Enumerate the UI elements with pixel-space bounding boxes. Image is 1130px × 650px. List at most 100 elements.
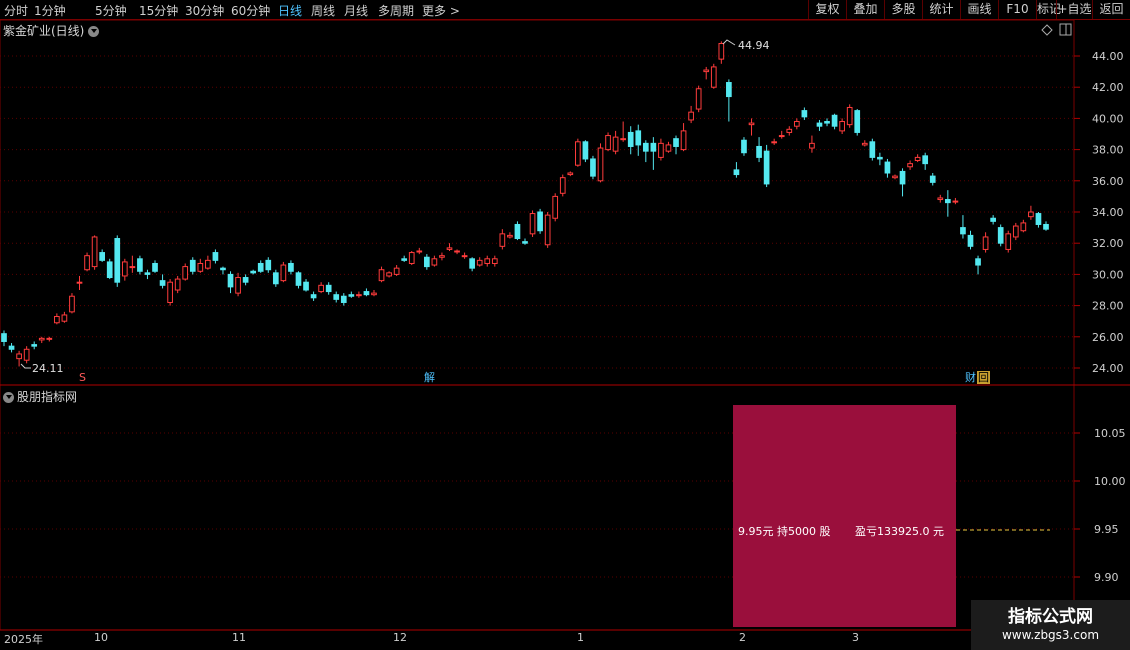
event-marker-s[interactable]: S [79,371,86,384]
candle-down [1,333,7,342]
candle-down [522,241,528,244]
candle-down [469,258,475,269]
candle-up [748,122,755,126]
holding-text: 9.95元 持5000 股 [738,525,831,538]
candle-down [152,262,158,272]
candle-down [401,258,408,261]
candle-up [197,262,204,272]
candle-up [665,144,672,152]
candle-down [726,82,732,98]
watermark-url: www.zbgs3.com [1001,628,1100,642]
candle-up [484,258,491,264]
candle-down [514,223,521,240]
kline-chart[interactable]: 44.00 42.00 40.00 38.00 36.00 34.00 32.00 30.00… [0,0,1130,650]
candle-down [997,227,1004,244]
date-label-dec: 12 [393,631,407,644]
event-marker-unlock[interactable]: 解 [424,370,435,384]
sub-price-axis: 10.05 10.00 9.95 9.90 [1074,427,1126,584]
candle-up [680,130,687,151]
candle-up [552,195,559,219]
candle-down [756,145,762,158]
candle-down [642,142,649,152]
candle-up [378,269,385,282]
candle-down [831,114,838,127]
price-tick-label: 34.00 [1092,206,1124,219]
candle-up [491,258,498,264]
candle-up [69,295,75,313]
candle-down [877,156,883,160]
candle-up [129,266,136,269]
date-label-jan: 1 [577,631,584,644]
candle-up [703,69,710,73]
date-label-mar: 3 [852,631,859,644]
candle-down [99,252,106,261]
event-marker-finance[interactable]: 财 [965,370,976,384]
candle-up [507,234,513,238]
candle-up [318,284,324,293]
candle-up [16,353,22,360]
candle-down [295,272,302,286]
candle-up [84,255,90,271]
sub-price-tick-label: 10.05 [1094,427,1126,440]
candle-down [899,170,906,185]
price-tick-label: 40.00 [1092,112,1124,125]
indicator-title[interactable]: 股朋指标网 [3,388,77,405]
candle-up [54,316,60,324]
watermark: 指标公式网 www.zbgs3.com [971,600,1130,650]
candle-up [1028,211,1034,218]
date-label-feb: 2 [739,631,746,644]
main-grid [0,55,1074,369]
candle-down [1043,223,1049,230]
candle-up [658,142,664,158]
candle-down [627,131,634,147]
candle-down [212,252,219,261]
candle-up [371,292,377,296]
candle-down [854,110,861,133]
candle-down [265,259,272,271]
high-price-label: 44.94 [738,39,770,52]
candle-down [960,227,966,235]
candle-down [635,130,642,146]
candle-down [816,122,823,127]
candle-down [189,259,196,272]
price-tick-label: 28.00 [1092,300,1124,313]
candle-up [559,177,566,194]
candle-up [454,250,460,253]
candle-up [914,156,921,162]
high-pointer [722,39,736,46]
candle-down [741,139,747,154]
candle-down [348,294,355,297]
chevron-down-icon[interactable] [3,392,14,403]
diamond-icon[interactable] [1041,24,1053,36]
candle-up [121,261,128,277]
candle-up [408,252,415,264]
position-info-box [733,405,956,627]
candle-down [801,110,808,118]
candle-down [590,158,596,177]
candle-up [23,348,30,361]
candle-up [529,213,536,235]
candle-down [929,175,936,183]
candle-up [476,259,483,266]
candle-down [288,262,294,272]
candle-up [205,259,211,269]
price-tick-label: 44.00 [1092,50,1124,63]
candle-down [824,121,830,124]
candle-up [544,214,551,246]
candle-up [499,233,506,247]
sub-price-tick-label: 10.00 [1094,475,1126,488]
event-marker-return[interactable]: 回 [978,371,989,384]
candle-up [809,142,815,149]
candle-down [967,234,974,247]
candle-up [793,121,800,127]
candle-up [937,197,944,201]
candle-down [250,270,257,274]
candle-up [575,141,581,166]
date-label-nov: 11 [232,631,246,644]
candle-down [325,284,332,293]
candle-down [272,272,279,285]
candle-up [46,337,53,340]
candle-down [922,155,929,165]
candle-up [718,43,725,60]
candle-down [31,344,38,347]
